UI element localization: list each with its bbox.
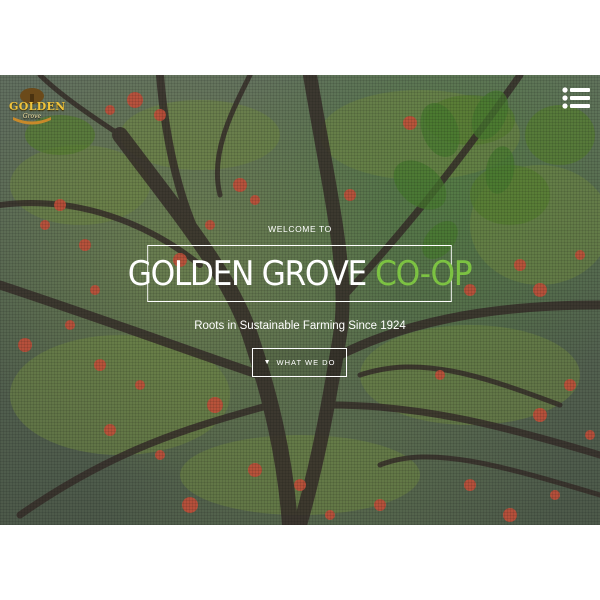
title-accent: CO-OP [375,253,472,294]
logo-subtext: Grove [22,113,42,120]
cta-label: WHAT WE DO [276,358,336,367]
site-logo[interactable]: GOLDEN Grove [9,86,66,126]
logo-text: GOLDEN [9,100,66,113]
hero-title: GOLDEN GROVE CO-OP [128,245,473,302]
menu-button[interactable] [562,87,590,109]
what-we-do-button[interactable]: ▼ WHAT WE DO [252,348,347,377]
title-main: GOLDEN GROVE [127,253,368,294]
welcome-text: WELCOME TO [268,224,332,234]
chevron-down-icon: ▼ [263,359,272,366]
hero-tagline: Roots in Sustainable Farming Since 1924 [194,320,406,332]
hamburger-list-icon [562,87,590,109]
